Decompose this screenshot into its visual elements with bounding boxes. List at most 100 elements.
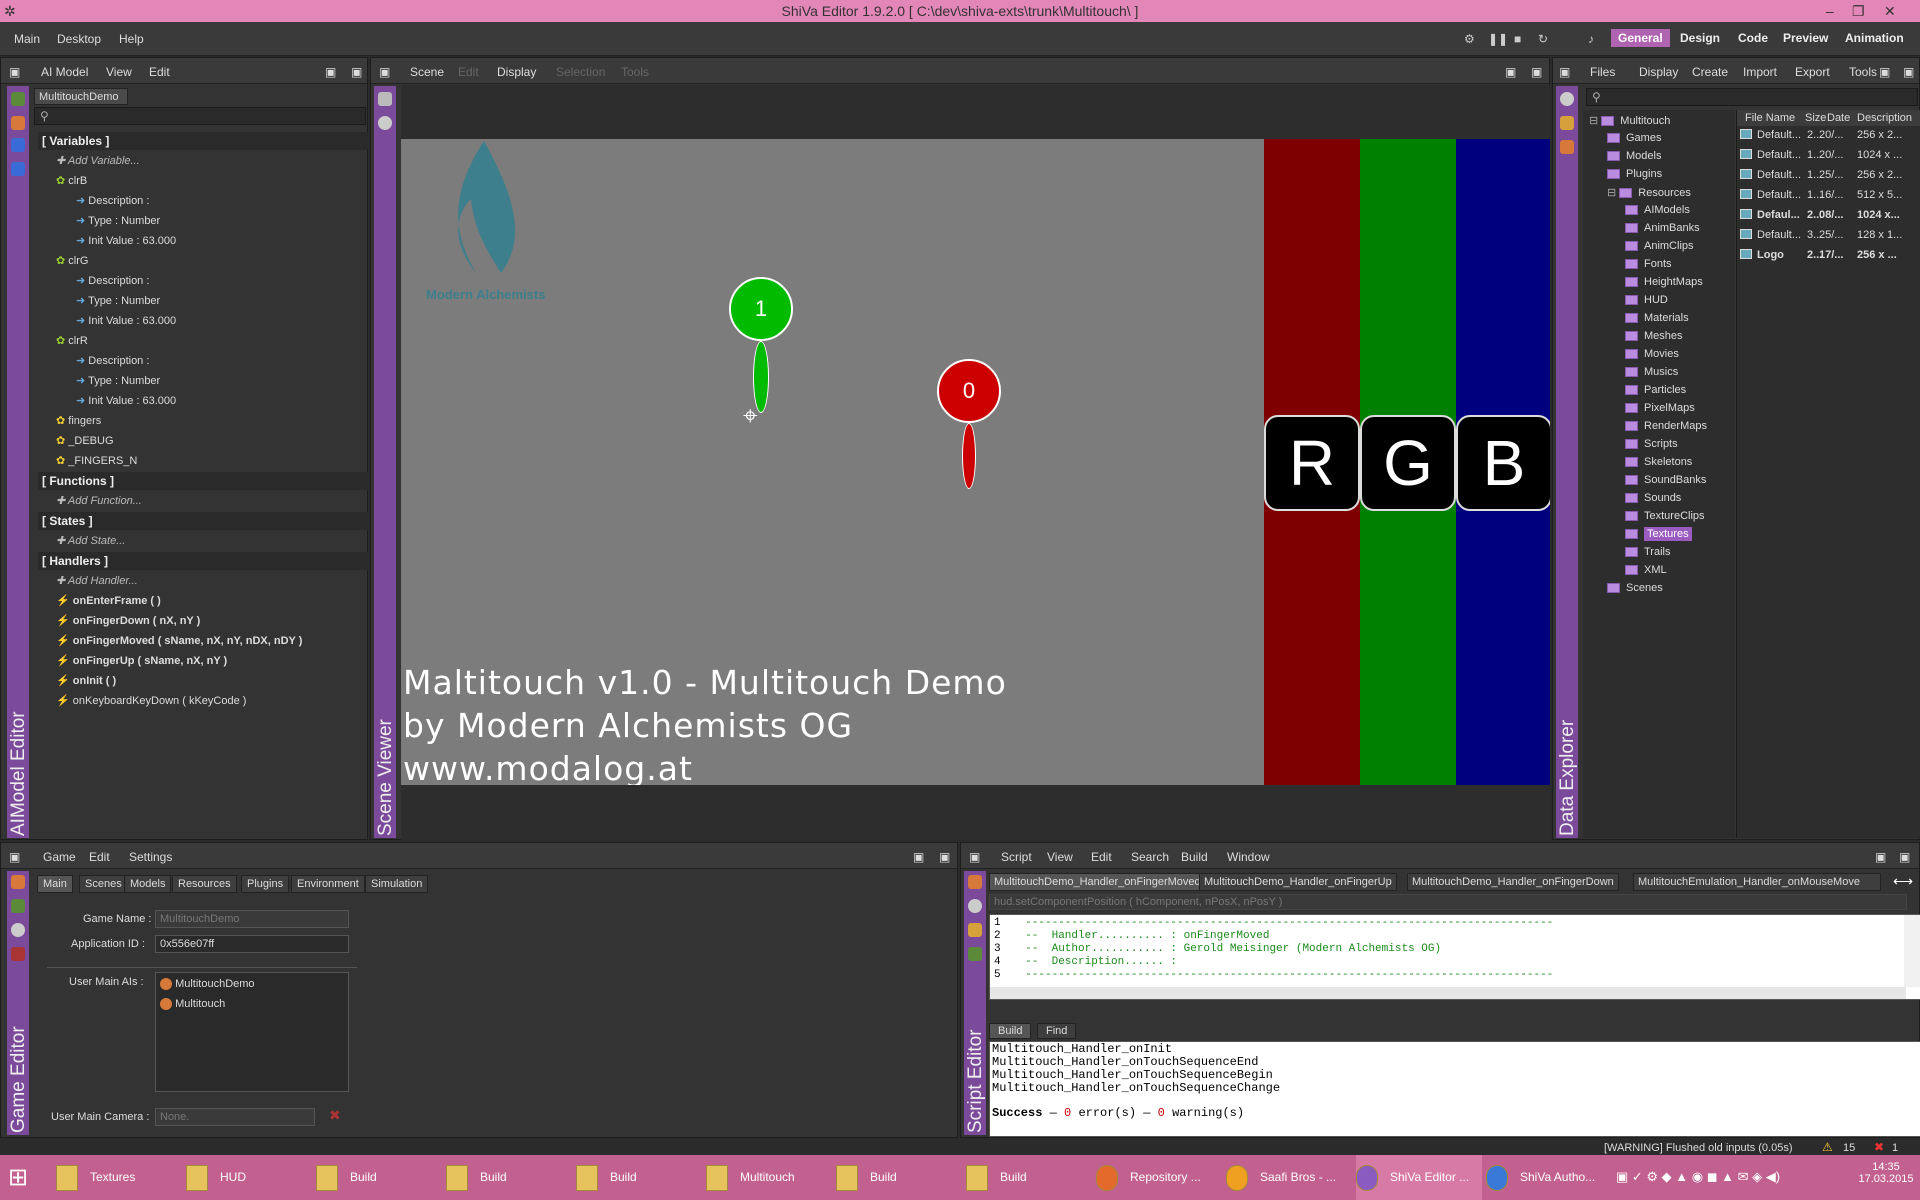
menu-view[interactable]: View — [1047, 850, 1073, 864]
tree-folder-item[interactable]: Trails — [1625, 546, 1670, 558]
panel-menu-icon[interactable]: ▣ — [1559, 65, 1570, 79]
menu-script[interactable]: Script — [1001, 850, 1032, 864]
variable-property[interactable]: ➜ Type : Number — [76, 294, 160, 307]
variable-clrb[interactable]: ✿ clrB — [56, 174, 87, 187]
variable-property[interactable]: ➜ Description : — [76, 354, 149, 367]
menu-edit[interactable]: Edit — [1091, 850, 1112, 864]
variable-clrg[interactable]: ✿ clrG — [56, 254, 88, 267]
code-editor[interactable]: 1 --------------------------------------… — [989, 914, 1920, 1000]
file-row[interactable]: Default... 3... 25/... 128 x 1... — [1737, 228, 1920, 244]
explorer-search-input[interactable]: ⚲ — [1586, 88, 1918, 106]
package-icon[interactable] — [968, 923, 982, 937]
taskbar-item[interactable]: ShiVa Autho... — [1486, 1155, 1612, 1200]
menu-tools[interactable]: Tools — [1849, 65, 1879, 79]
functions-header[interactable]: [ Functions ] — [38, 472, 368, 490]
taskbar-item[interactable]: Build — [316, 1155, 442, 1200]
taskbar-item[interactable]: Build — [576, 1155, 702, 1200]
menu-create[interactable]: Create — [1692, 65, 1728, 79]
tree-folder-item[interactable]: RenderMaps — [1625, 420, 1707, 432]
file-row[interactable]: Default... 1... 25/... 256 x 2... — [1737, 168, 1920, 184]
tab-code[interactable]: Code — [1731, 29, 1775, 47]
panel-menu-icon[interactable]: ▣ — [969, 850, 980, 864]
file-row[interactable]: Default... 2... 20/... 256 x 2... — [1737, 128, 1920, 144]
menu-edit[interactable]: Edit — [89, 850, 110, 864]
tree-folder-item[interactable]: TextureClips — [1625, 510, 1705, 522]
panel-menu-icon[interactable]: ▣ — [9, 65, 20, 79]
bug-icon[interactable]: ⚙ — [1464, 32, 1475, 46]
tree-folder-item[interactable]: Textures — [1625, 527, 1692, 541]
handler-onfingermoved[interactable]: ⚡ onFingerMoved ( sName, nX, nY, nDX, nD… — [56, 634, 302, 647]
tree-folder-item[interactable]: SoundBanks — [1625, 474, 1706, 486]
file-row[interactable]: Logo 2... 17/... 256 x ... — [1737, 248, 1920, 264]
user-main-ais-list[interactable]: MultitouchDemo Multitouch — [155, 972, 349, 1092]
tab-plugins[interactable]: Plugins — [241, 875, 290, 893]
file-row[interactable]: Default... 1... 20/... 1024 x ... — [1737, 148, 1920, 164]
tree-folder-item[interactable]: AIModels — [1625, 204, 1690, 216]
panel-close-icon[interactable]: ▣ — [1903, 65, 1914, 79]
stop-icon[interactable]: ■ — [1514, 32, 1521, 46]
brain-icon[interactable] — [11, 116, 25, 130]
list-item[interactable]: MultitouchDemo — [160, 978, 255, 991]
tree-folder-item[interactable]: ⊟ Resources — [1607, 186, 1691, 199]
tab-find[interactable]: Find — [1037, 1023, 1077, 1039]
aimodel-tool-icon[interactable] — [11, 92, 25, 106]
menu-scene[interactable]: Scene — [410, 65, 444, 79]
tab-animation[interactable]: Animation — [1838, 29, 1911, 47]
add-state-item[interactable]: ✚ Add State... — [56, 534, 125, 547]
tab-simulation[interactable]: Simulation — [365, 875, 429, 893]
game-icon[interactable] — [11, 875, 25, 889]
tab-preview[interactable]: Preview — [1776, 29, 1835, 47]
script-tab[interactable]: MultitouchDemo_Handler_onFingerDown — [1407, 873, 1619, 891]
column-file-name[interactable]: File Name — [1745, 112, 1795, 124]
menu-files[interactable]: Files — [1590, 65, 1615, 79]
taskbar-item[interactable]: Multitouch — [706, 1155, 832, 1200]
refresh-icon[interactable]: ↻ — [1538, 32, 1548, 46]
tree-folder-item[interactable]: Scripts — [1625, 438, 1678, 450]
states-header[interactable]: [ States ] — [38, 512, 368, 530]
column-size[interactable]: Size — [1805, 112, 1826, 124]
clock[interactable]: 14:35 17.03.2015 — [1856, 1161, 1916, 1185]
taskbar-item[interactable]: Repository ... — [1096, 1155, 1222, 1200]
script-tab[interactable]: MultitouchDemo_Handler_onFingerUp — [1199, 873, 1397, 891]
r-button[interactable]: R — [1264, 415, 1360, 511]
panel-close-icon[interactable]: ▣ — [351, 65, 362, 79]
error-count[interactable]: 1 — [1892, 1142, 1898, 1154]
game-name-field[interactable]: MultitouchDemo — [155, 910, 349, 928]
scene-viewport[interactable]: Modern Alchemists 1 ⌖ 0 R G B Maltitouch… — [401, 139, 1550, 785]
list-item[interactable]: Multitouch — [160, 998, 225, 1011]
column-description[interactable]: Description — [1857, 112, 1919, 124]
g-button[interactable]: G — [1360, 415, 1456, 511]
tree-folder-item[interactable]: Skeletons — [1625, 456, 1692, 468]
tree-folder-item[interactable]: Models — [1607, 150, 1661, 162]
code-line[interactable]: 3 -- Author........... : Gerold Meisinge… — [990, 943, 1441, 955]
menu-display[interactable]: Display — [1639, 65, 1678, 79]
tree-folder-item[interactable]: AnimBanks — [1625, 222, 1700, 234]
taskbar-item[interactable]: Textures — [56, 1155, 182, 1200]
variable-property[interactable]: ➜ Description : — [76, 194, 149, 207]
info-icon[interactable] — [11, 138, 25, 152]
horizontal-scrollbar[interactable] — [990, 987, 1906, 999]
brain-icon[interactable] — [1560, 140, 1574, 154]
variable-property[interactable]: ➜ Type : Number — [76, 214, 160, 227]
variable-property[interactable]: ➜ Type : Number — [76, 374, 160, 387]
tab-design[interactable]: Design — [1673, 29, 1727, 47]
panel-float-icon[interactable]: ▣ — [913, 850, 924, 864]
variable-property[interactable]: ➜ Init Value : 63.000 — [76, 234, 176, 247]
variable-property[interactable]: ➜ Init Value : 63.000 — [76, 314, 176, 327]
collapse-icon[interactable]: ⊟ — [1607, 187, 1619, 199]
script-tab[interactable]: MultitouchDemo_Handler_onFingerMoved — [989, 873, 1206, 891]
add-function-item[interactable]: ✚ Add Function... — [56, 494, 142, 507]
tree-folder-item[interactable]: Fonts — [1625, 258, 1672, 270]
panel-menu-icon[interactable]: ▣ — [379, 65, 390, 79]
tab-general[interactable]: General — [1611, 29, 1670, 47]
variable-debug[interactable]: ✿ _DEBUG — [56, 434, 114, 447]
menu-display[interactable]: Display — [497, 65, 536, 79]
panel-float-icon[interactable]: ▣ — [1505, 65, 1516, 79]
tree-icon[interactable] — [968, 947, 982, 961]
aimodel-search-input[interactable]: ⚲ — [34, 107, 366, 125]
panel-close-icon[interactable]: ▣ — [1531, 65, 1542, 79]
tree-folder-item[interactable]: ⊟ Multitouch — [1589, 114, 1670, 127]
code-line[interactable]: 5 --------------------------------------… — [990, 969, 1553, 981]
tree-folder-item[interactable]: Plugins — [1607, 168, 1662, 180]
eye-icon[interactable] — [968, 899, 982, 913]
